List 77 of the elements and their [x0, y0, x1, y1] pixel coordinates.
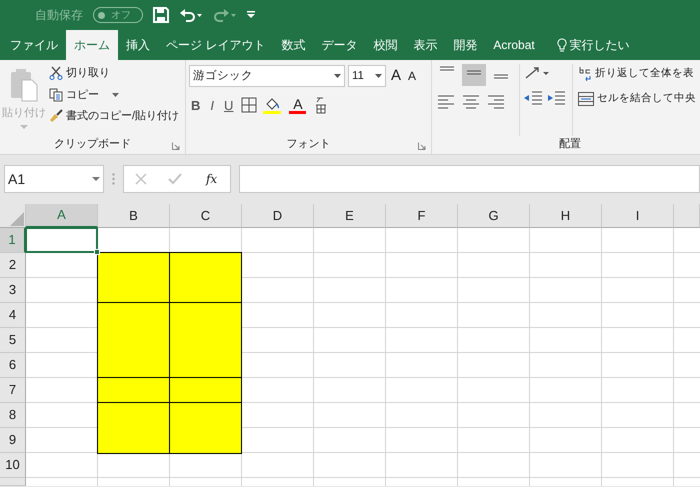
undo-icon[interactable]: [179, 8, 203, 22]
lightbulb-icon: [556, 38, 567, 52]
caret-icon[interactable]: [375, 74, 382, 78]
insert-function-button[interactable]: fx: [204, 169, 220, 189]
font-style-button[interactable]: B: [189, 94, 202, 116]
decrease-indent-icon[interactable]: [523, 90, 543, 106]
increase-indent-icon[interactable]: [546, 90, 566, 106]
brush-icon: [49, 109, 63, 124]
grip-icon: [112, 173, 115, 185]
clipboard-command[interactable]: 切り取り: [47, 64, 182, 82]
group-label: クリップボード: [54, 138, 131, 150]
caret-icon[interactable]: [92, 176, 100, 182]
ribbon-tab[interactable]: 校閲: [365, 30, 406, 60]
clipboard-command[interactable]: コピー: [47, 86, 182, 104]
grow-font-button[interactable]: A: [389, 64, 404, 88]
ribbon-tab[interactable]: データ: [313, 30, 366, 60]
tell-me-button[interactable]: 実行したい: [548, 30, 638, 60]
cell-grid[interactable]: [26, 228, 700, 486]
ribbon-tab[interactable]: 開発: [445, 30, 486, 60]
column-header[interactable]: E: [314, 204, 386, 228]
active-cell[interactable]: [25, 227, 98, 253]
ribbon-tab[interactable]: 数式: [273, 30, 314, 60]
vertical-align-button[interactable]: [462, 64, 486, 86]
row-header[interactable]: 10: [0, 453, 26, 478]
column-header[interactable]: G: [458, 204, 530, 228]
fill-handle[interactable]: [94, 249, 100, 255]
fill-color-icon[interactable]: [263, 96, 282, 114]
row-header[interactable]: 8: [0, 403, 26, 428]
column-header[interactable]: D: [242, 204, 314, 228]
font-style-button[interactable]: U: [222, 94, 236, 116]
column-header[interactable]: F: [386, 204, 458, 228]
font-name-field[interactable]: 游ゴシック: [189, 65, 345, 88]
save-icon[interactable]: [153, 7, 169, 23]
clipboard-command[interactable]: 書式のコピー/貼り付け: [47, 107, 182, 126]
column-header[interactable]: I: [602, 204, 674, 228]
caret-icon[interactable]: [334, 74, 341, 78]
ribbon-tab[interactable]: ページ レイアウト: [158, 30, 274, 60]
row-header[interactable]: 1: [0, 228, 26, 253]
row-header[interactable]: 7: [0, 378, 26, 403]
name-box[interactable]: A1: [4, 165, 104, 193]
ribbon-tab[interactable]: 挿入: [118, 30, 158, 60]
row-header[interactable]: 4: [0, 303, 26, 328]
group-label: フォント: [286, 138, 330, 150]
dialog-launcher-icon[interactable]: [418, 142, 426, 150]
merge-cells-icon: [578, 92, 594, 106]
caret-icon: [112, 92, 119, 97]
row-header[interactable]: 2: [0, 253, 26, 278]
clipboard-icon: [9, 68, 39, 102]
group-label: 配置: [559, 138, 581, 150]
ribbon-tab[interactable]: ファイル: [2, 30, 66, 60]
ribbon-tab[interactable]: ホーム: [66, 30, 118, 60]
merge-center-button[interactable]: セルを結合して中央: [576, 90, 698, 108]
autosave-label: 自動保存: [35, 7, 83, 24]
customize-icon[interactable]: [247, 11, 255, 19]
formula-field[interactable]: [239, 165, 700, 193]
column-header[interactable]: C: [170, 204, 242, 228]
column-header[interactable]: B: [98, 204, 170, 228]
copy-icon: [49, 88, 63, 102]
scissors-icon: [49, 66, 63, 80]
borders-icon[interactable]: [241, 97, 258, 114]
caret-icon: [20, 124, 28, 130]
font-style-button[interactable]: I: [208, 94, 216, 116]
phonetic-icon[interactable]: [314, 96, 328, 114]
wrap-text-icon: [578, 65, 592, 83]
row-header[interactable]: 9: [0, 428, 26, 453]
ribbon-tab[interactable]: Acrobat: [485, 30, 543, 60]
row-header[interactable]: 6: [0, 353, 26, 378]
font-color-button[interactable]: A: [287, 96, 308, 115]
column-header[interactable]: H: [530, 204, 602, 228]
ribbon-tab[interactable]: 表示: [405, 30, 446, 60]
shrink-font-button[interactable]: A: [406, 66, 418, 86]
row-header[interactable]: 5: [0, 328, 26, 353]
font-size-field[interactable]: 11: [348, 65, 386, 88]
wrap-text-button[interactable]: 折り返して全体を表: [576, 64, 698, 84]
column-header[interactable]: A: [26, 204, 98, 228]
row-header[interactable]: 3: [0, 278, 26, 303]
dialog-launcher-icon[interactable]: [172, 142, 180, 150]
